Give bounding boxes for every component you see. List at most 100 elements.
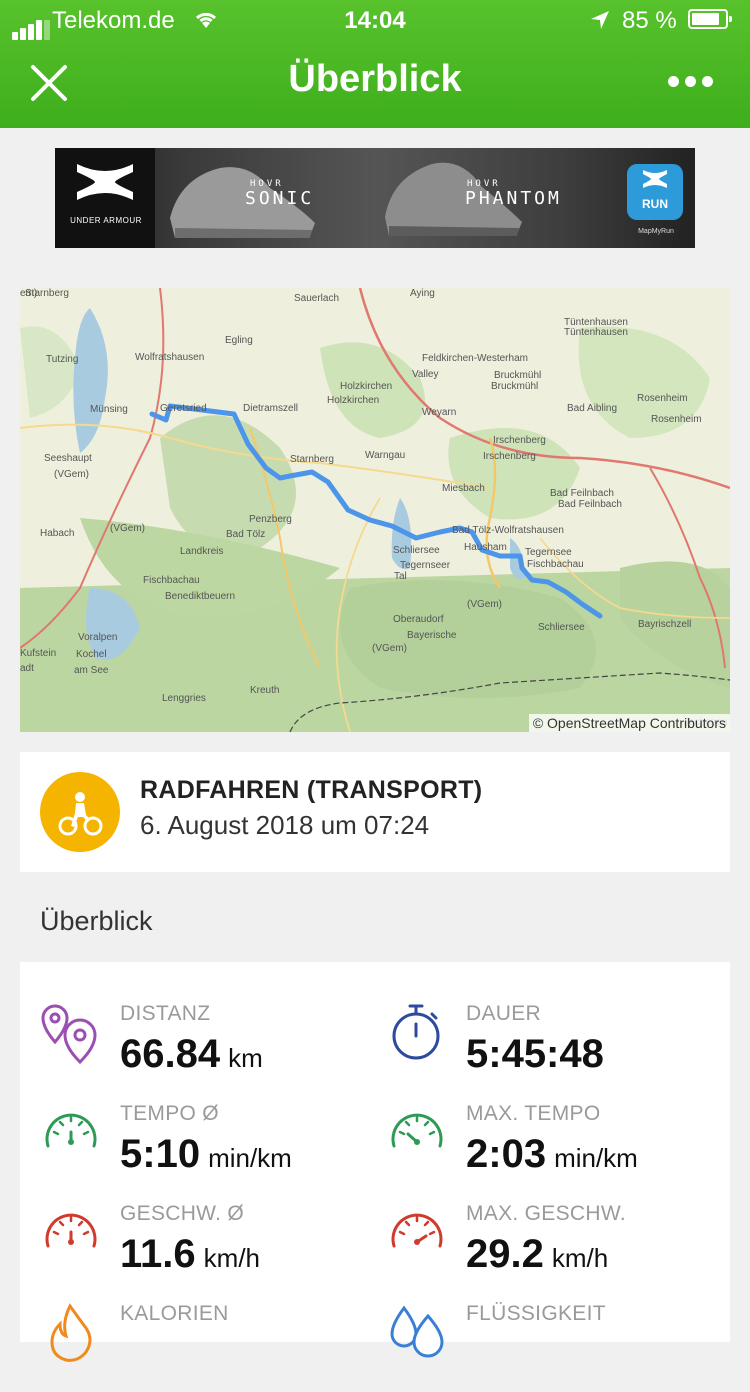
- map-place-label: Fischbachau: [143, 575, 200, 586]
- map-place-label: Bayerische: [407, 630, 457, 641]
- map-place-label: Sauerlach: [294, 293, 340, 304]
- map-place-label: adt: [20, 663, 34, 674]
- app-header: Telekom.de 14:04 85 % Überblick: [0, 0, 750, 128]
- location-arrow-icon: [591, 11, 609, 29]
- activity-card[interactable]: RADFAHREN (TRANSPORT) 6. August 2018 um …: [20, 752, 730, 872]
- map-place-label: Lenggries: [162, 693, 206, 704]
- stat-speed: GESCHW. Ø 11.6 km/h: [40, 1202, 370, 1292]
- stat-value: 66.84: [120, 1032, 221, 1076]
- map-place-label: Wolfratshausen: [135, 352, 205, 363]
- map-place-label: Irschenberg: [483, 451, 536, 462]
- map-place-label: Tutzing: [46, 354, 79, 365]
- bicycle-icon: [40, 772, 120, 852]
- map-place-label: Holzkirchen: [327, 395, 380, 406]
- map-place-label: Tegernsee: [525, 547, 572, 558]
- stat-value: 11.6: [120, 1232, 196, 1276]
- map-place-label: Tegernseer: [400, 560, 451, 571]
- stat-max-speed: MAX. GESCHW. 29.2 km/h: [386, 1202, 716, 1292]
- map-place-label: Irschenberg: [493, 435, 546, 446]
- map-place-label: Valley: [412, 369, 439, 380]
- map-place-label: (VGem): [110, 523, 145, 534]
- map-place-label: Bruckmühl: [494, 370, 542, 381]
- map-place-label: Weyarn: [422, 407, 457, 418]
- route-map[interactable]: Starnberg Sauerlach Aying Egling Tüntenhause…: [20, 288, 730, 732]
- map-place-label: Kufstein: [20, 648, 57, 659]
- activity-date: 6. August 2018 um 07:24: [140, 810, 430, 840]
- map-place-label: Bad Tölz-Wolfratshausen: [452, 525, 564, 536]
- stat-value: 2:03: [466, 1132, 547, 1176]
- stat-label: MAX. TEMPO: [466, 1102, 601, 1125]
- map-place-label: Fischbachau: [527, 559, 584, 570]
- stat-unit: km/h: [551, 1243, 609, 1273]
- map-place-label: em): [20, 288, 38, 299]
- map-place-label: Geretsried: [160, 403, 207, 414]
- map-place-label: Miesbach: [442, 483, 485, 494]
- map-place-label: Bad Feilnbach: [558, 499, 622, 510]
- section-title: Überblick: [40, 906, 153, 936]
- stat-value: 5:10: [120, 1132, 201, 1176]
- distance-pin-icon: [41, 1004, 97, 1064]
- map-place-label: am See: [74, 665, 109, 676]
- map-place-label: Schliersee: [393, 545, 440, 556]
- speedometer-icon: [45, 1213, 97, 1248]
- map-place-label: Schliersee: [538, 622, 585, 633]
- map-place-label: Bad Tölz: [226, 529, 266, 540]
- map-attribution: © OpenStreetMap Contributors: [528, 714, 730, 732]
- speedometer-icon: [45, 1113, 97, 1148]
- stat-unit: km: [228, 1043, 263, 1073]
- stat-label: TEMPO Ø: [120, 1102, 219, 1125]
- stat-label: DAUER: [466, 1002, 542, 1025]
- map-place-label: Dietramszell: [243, 403, 299, 414]
- map-place-label: (VGem): [372, 643, 407, 654]
- water-drops-icon: [390, 1305, 444, 1358]
- ad-banner[interactable]: UNDER ARMOUR HOVR SONIC HOVR PHANTOM RUN…: [55, 148, 695, 248]
- run-badge: RUN: [627, 164, 683, 220]
- map-place-label: Bad Feilnbach: [550, 488, 614, 499]
- map-place-label: Starnberg: [290, 454, 334, 465]
- ad-product-1: SONIC: [245, 188, 315, 209]
- map-place-label: Rosenheim: [637, 393, 688, 404]
- map-place-label: (VGem): [467, 599, 502, 610]
- stat-value: 29.2: [466, 1232, 544, 1276]
- stat-label: GESCHW. Ø: [120, 1202, 245, 1225]
- map-place-label: Bad Aibling: [567, 403, 618, 414]
- stat-calories: KALORIEN: [40, 1302, 370, 1392]
- map-place-label: Benediktbeuern: [165, 591, 236, 602]
- map-place-label: Münsing: [90, 404, 128, 415]
- map-place-label: Holzkirchen: [340, 381, 393, 392]
- map-place-label: Hausham: [464, 542, 507, 553]
- map-place-label: (VGem): [54, 469, 89, 480]
- stat-label: FLÜSSIGKEIT: [466, 1302, 606, 1325]
- map-place-label: Habach: [40, 528, 75, 539]
- stat-unit: min/km: [554, 1143, 638, 1173]
- ad-brand: UNDER ARMOUR: [70, 216, 142, 225]
- map-place-label: Rosenheim: [651, 414, 702, 425]
- map-place-label: Voralpen: [78, 632, 118, 643]
- map-place-label: Tüntenhausen: [564, 327, 628, 338]
- map-place-label: Warngau: [365, 450, 406, 461]
- activity-type: RADFAHREN (TRANSPORT): [140, 776, 483, 804]
- stat-max-tempo: MAX. TEMPO 2:03 min/km: [386, 1102, 716, 1192]
- map-canvas: [20, 288, 730, 732]
- stat-tempo: TEMPO Ø 5:10 min/km: [40, 1102, 370, 1192]
- under-armour-logo: UNDER ARMOUR: [55, 148, 155, 248]
- stat-label: MAX. GESCHW.: [466, 1202, 626, 1225]
- map-place-label: Tal: [394, 571, 407, 582]
- stat-distance: DISTANZ 66.84 km: [40, 1002, 370, 1092]
- stat-duration: DAUER 5:45:48: [386, 1002, 716, 1092]
- stat-unit: min/km: [208, 1143, 292, 1173]
- map-place-label: Kochel: [76, 649, 107, 660]
- ad-run-sub: MapMyRun: [638, 228, 674, 235]
- map-place-label: Landkreis: [180, 546, 224, 557]
- map-place-label: Aying: [410, 288, 435, 299]
- speedometer-max-icon: [391, 1213, 443, 1248]
- flame-icon: [50, 1303, 92, 1362]
- stat-unit: km/h: [203, 1243, 260, 1273]
- stat-label: KALORIEN: [120, 1302, 229, 1325]
- more-icon[interactable]: [668, 74, 719, 92]
- map-place-label: Penzberg: [249, 514, 292, 525]
- map-place-label: Seeshaupt: [44, 453, 92, 464]
- map-place-label: Bruckmühl: [491, 381, 539, 392]
- ad-product-2: PHANTOM: [465, 188, 562, 209]
- battery-icon: [688, 9, 732, 29]
